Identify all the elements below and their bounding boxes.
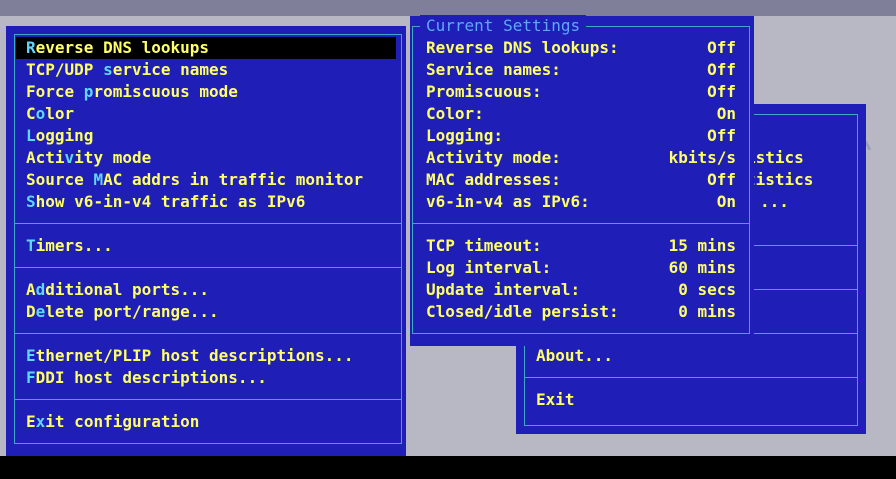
setting-label: Activity mode: [426,148,561,167]
main-menu-partial-3[interactable]: ... [760,191,789,213]
config-menu-item-text: ditional ports... [45,280,210,299]
background-bottom [0,456,896,479]
setting-label: Service names: [426,60,561,79]
config-menu-item-text: Acti [26,148,65,167]
setting-value: On [716,104,736,123]
config-menu-item[interactable]: Activity mode [26,147,151,169]
setting-label: Closed/idle persist: [426,302,619,321]
config-separator-4 [15,399,401,400]
hotkey-letter: T [26,236,36,255]
hotkey-letter: M [93,170,104,189]
config-menu-item[interactable]: TCP/UDP service names [26,59,228,81]
config-menu-item[interactable]: Force promiscuous mode [26,81,238,103]
config-menu-item-text: C [26,104,36,123]
hotkey-letter: o [35,104,46,123]
current-settings-title: Current Settings [420,15,587,37]
main-menu-separator-4 [525,377,857,378]
config-separator-1 [15,223,401,224]
config-separator-3 [15,333,401,334]
about-menu-item[interactable]: About... [536,345,613,367]
hotkey-letter: E [26,346,36,365]
main-menu-partial-1[interactable]: istics [746,147,804,169]
hotkey-letter: v [64,148,75,167]
hotkey-letter: x [35,412,46,431]
config-menu-item-text: everse DNS lookups [35,38,210,57]
config-menu-item-text: ogging [35,126,94,145]
config-menu-item[interactable]: Reverse DNS lookups [16,37,396,59]
config-menu-item-text: DDI host descriptions... [35,368,267,387]
hotkey-letter: s [103,60,113,79]
setting-value: Off [707,38,736,57]
setting-label: Promiscuous: [426,82,542,101]
config-menu-item[interactable]: Timers... [26,235,113,257]
config-separator-2 [15,267,401,268]
setting-value: Off [707,126,736,145]
config-menu-item-text: AC addrs in traffic monitor [103,170,364,189]
config-menu-item-text: it configuration [45,412,200,431]
setting-value: 15 mins [668,236,736,255]
hotkey-letter: S [26,192,36,211]
config-menu-item-text: TCP/UDP [26,60,104,79]
main-menu-partial-2[interactable]: tistics [746,169,813,191]
setting-label: v6-in-v4 as IPv6: [426,192,590,211]
config-menu-item-text: romiscuous mode [93,82,238,101]
config-menu-item[interactable]: Exit configuration [26,411,199,433]
config-menu-item-text: Force [26,82,84,101]
config-menu-item-text: thernet/PLIP host descriptions... [35,346,354,365]
config-menu-item-text: ity mode [74,148,152,167]
setting-value: 60 mins [668,258,736,277]
hotkey-letter: e [35,302,46,321]
setting-value: 0 secs [678,280,736,299]
config-menu-item[interactable]: Color [26,103,74,125]
config-menu-item-text: Source [26,170,94,189]
hotkey-letter: L [26,126,36,145]
exit-menu-item[interactable]: Exit [536,389,575,411]
hotkey-letter: F [26,368,36,387]
config-menu-item[interactable]: Additional ports... [26,279,209,301]
setting-label: Update interval: [426,280,581,299]
hotkey-letter: R [26,38,36,57]
setting-label: MAC addresses: [426,170,561,189]
setting-label: Logging: [426,126,504,145]
setting-value: On [716,192,736,211]
config-menu-item[interactable]: Delete port/range... [26,301,219,323]
config-menu-item-text: E [26,412,36,431]
setting-label: Reverse DNS lookups: [426,38,619,57]
config-menu-item[interactable]: FDDI host descriptions... [26,367,267,389]
config-menu-item-text: lor [45,104,75,123]
setting-label: TCP timeout: [426,236,542,255]
config-menu-item[interactable]: Source MAC addrs in traffic monitor [26,169,363,191]
settings-separator [413,223,749,224]
setting-value: Off [707,82,736,101]
config-menu-item-text: imers... [35,236,113,255]
config-menu-item-text: A [26,280,36,299]
config-menu-item-text: D [26,302,36,321]
setting-value: 0 mins [678,302,736,321]
setting-label: Color: [426,104,484,123]
config-menu-item-text: lete port/range... [45,302,219,321]
setting-value: Off [707,170,736,189]
setting-value: kbits/s [668,148,736,167]
config-menu-item[interactable]: Show v6-in-v4 traffic as IPv6 [26,191,305,213]
hotkey-letter: p [83,82,94,101]
config-menu-item-text: ervice names [112,60,229,79]
config-menu-item-text: how v6-in-v4 traffic as IPv6 [35,192,306,211]
setting-label: Log interval: [426,258,552,277]
setting-value: Off [707,60,736,79]
hotkey-letter: d [35,280,46,299]
config-menu-item[interactable]: Logging [26,125,93,147]
config-menu-item[interactable]: Ethernet/PLIP host descriptions... [26,345,354,367]
